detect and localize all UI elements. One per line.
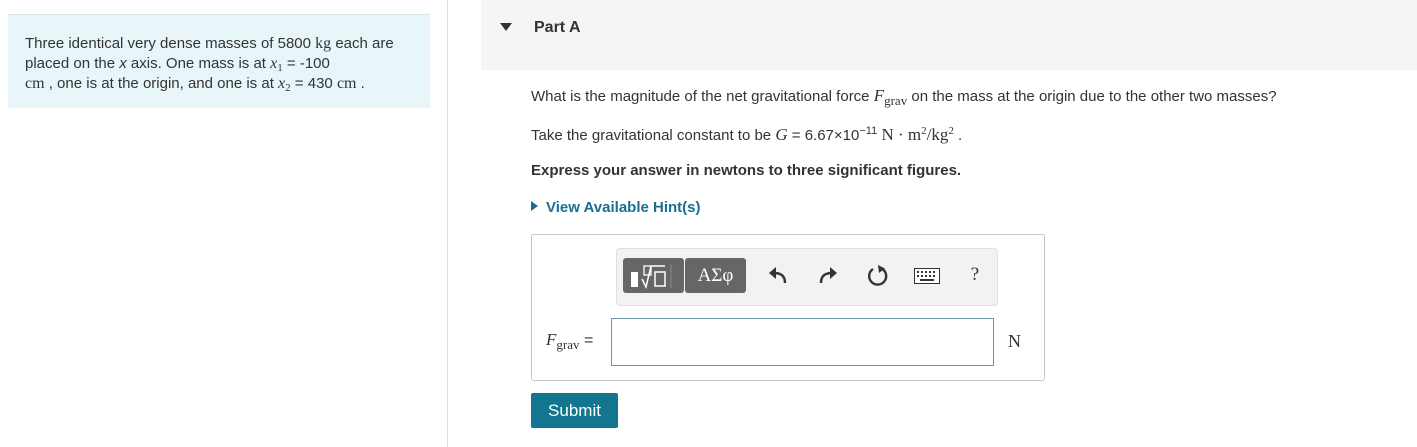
problem-text: .	[356, 75, 365, 92]
answer-instruction: Express your answer in newtons to three …	[531, 162, 962, 179]
unit-cm: cm	[336, 75, 357, 92]
hints-label[interactable]: View Available Hint(s)	[546, 199, 701, 216]
redo-icon	[819, 267, 837, 284]
force-variable: F	[873, 86, 885, 105]
templates-button[interactable]	[623, 258, 684, 293]
unit-meter: m	[907, 125, 922, 144]
caret-right-icon	[531, 201, 538, 211]
templates-icon	[630, 263, 671, 289]
x-variable: x	[119, 55, 127, 72]
unit-cm: cm	[25, 75, 45, 92]
g-variable: G	[775, 125, 788, 144]
given-text: Take the gravitational constant to be	[531, 127, 776, 144]
unit-label: N	[1008, 331, 1021, 351]
unit-kilogram: kg	[931, 125, 949, 144]
keyboard-button[interactable]	[913, 265, 941, 287]
answer-input[interactable]	[611, 318, 994, 366]
reset-icon	[868, 265, 888, 286]
given-text-end: .	[953, 127, 963, 144]
force-subscript: grav	[884, 93, 908, 108]
x1-value: = -100	[282, 55, 330, 72]
symbols-button[interactable]: ΑΣφ	[685, 258, 746, 293]
g-exponent: −11	[859, 125, 878, 137]
problem-text: Three identical very dense masses of 580…	[25, 35, 316, 52]
problem-column: Three identical very dense masses of 580…	[0, 0, 448, 447]
caret-down-icon[interactable]	[500, 23, 512, 31]
question-text-end: on the mass at the origin due to the oth…	[907, 88, 1277, 105]
problem-text: , one is at the origin, and one is at	[44, 75, 279, 92]
answer-subscript: grav	[556, 337, 580, 352]
equals-sign: =	[579, 332, 594, 349]
undo-button[interactable]	[765, 263, 791, 289]
math-toolbar: ΑΣφ ?	[616, 248, 998, 306]
x2-value: = 430	[290, 75, 337, 92]
keyboard-icon	[914, 268, 940, 284]
question-text: What is the magnitude of the net gravita…	[531, 86, 1277, 108]
answer-box: ΑΣφ ? Fgrav = N	[531, 234, 1045, 381]
question-text-start: What is the magnitude of the net gravita…	[531, 88, 874, 105]
g-value: = 6.67×10	[787, 127, 860, 144]
submit-button[interactable]: Submit	[531, 393, 618, 428]
redo-button[interactable]	[815, 263, 841, 289]
problem-statement: Three identical very dense masses of 580…	[8, 14, 430, 108]
help-button[interactable]: ?	[962, 262, 988, 288]
part-title: Part A	[534, 19, 581, 36]
answer-label: Fgrav =	[546, 330, 594, 352]
part-header[interactable]: Part A	[481, 0, 1417, 70]
unit-kg: kg	[315, 35, 332, 52]
problem-text: axis. One mass is at	[126, 55, 271, 72]
given-constant: Take the gravitational constant to be G …	[531, 125, 962, 145]
answer-variable: F	[546, 330, 557, 349]
unit-newton: N	[877, 125, 894, 144]
reset-button[interactable]	[865, 262, 891, 290]
unit-dot: ·	[893, 125, 908, 144]
view-hints-link[interactable]: View Available Hint(s)	[531, 199, 701, 216]
undo-icon	[769, 267, 787, 284]
